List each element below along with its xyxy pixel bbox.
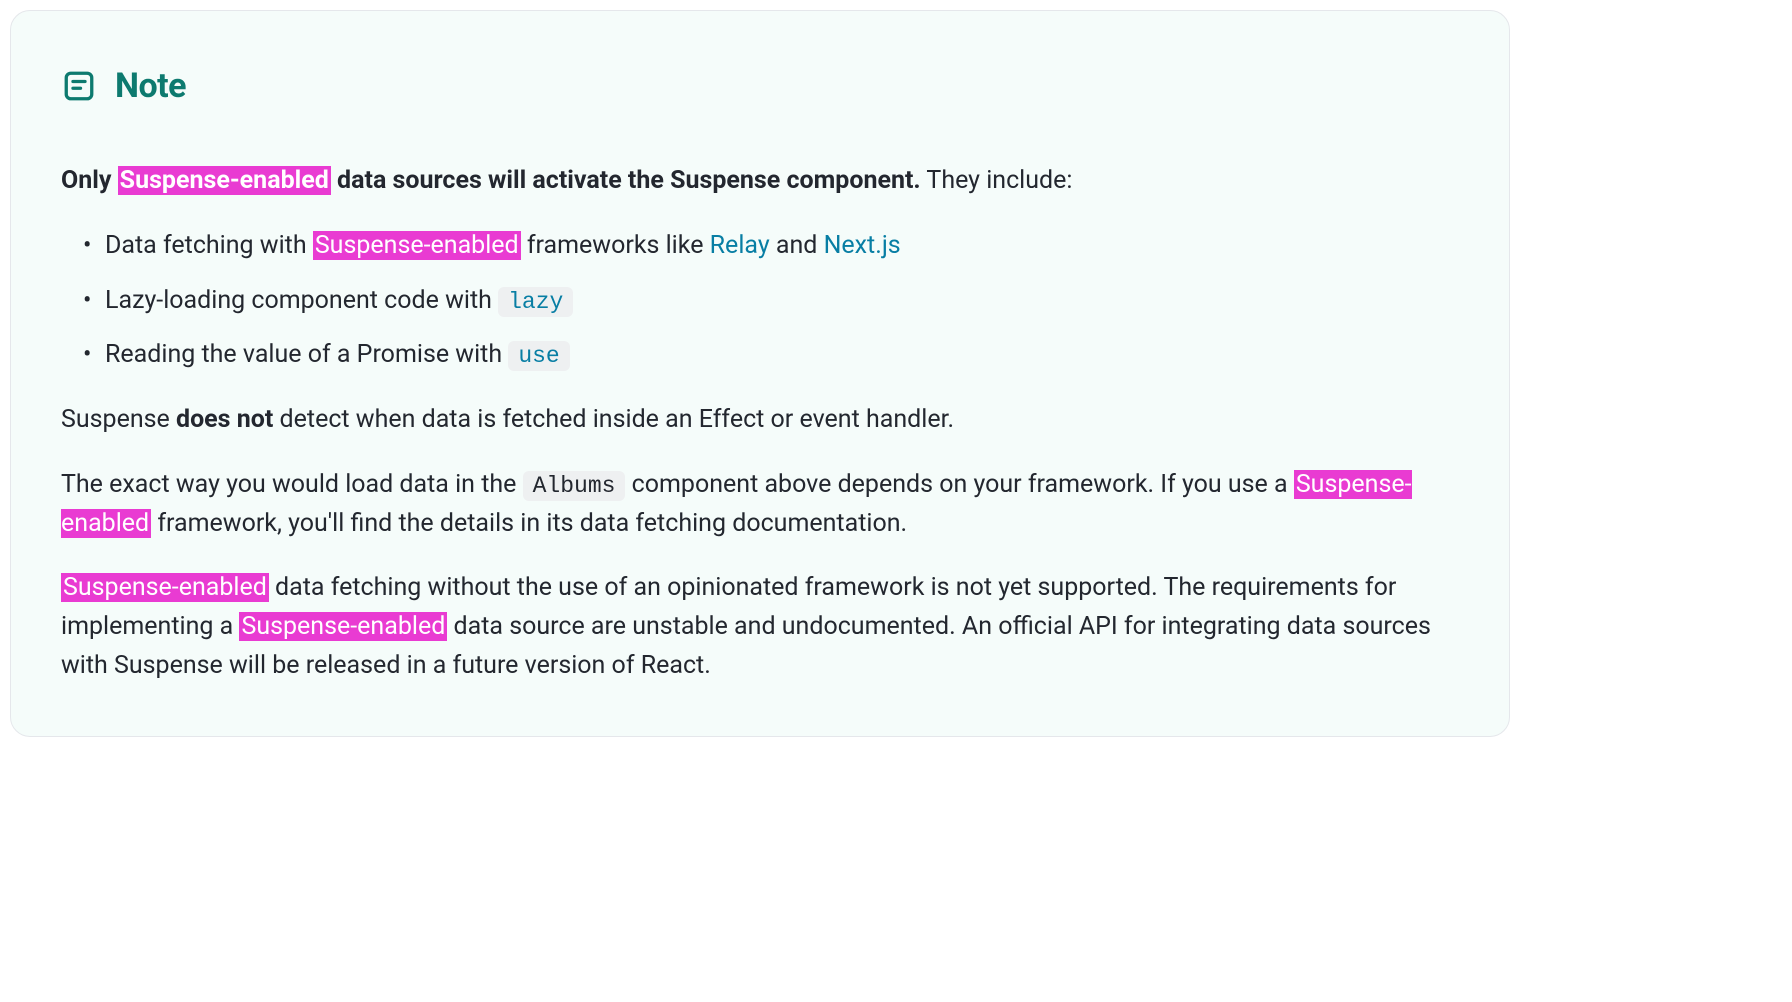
use-code-link[interactable]: use	[508, 341, 569, 371]
paragraph-does-not: Suspense does not detect when data is fe…	[61, 401, 1459, 440]
nextjs-link[interactable]: Next.js	[824, 231, 901, 260]
paragraph-unstable: Suspense-enabled data fetching without t…	[61, 569, 1459, 685]
list-item: Reading the value of a Promise with use	[105, 336, 1459, 375]
paragraph-albums: The exact way you would load data in the…	[61, 466, 1459, 544]
highlight-term: Suspense-enabled	[239, 612, 447, 641]
highlight-term: Suspense-enabled	[118, 166, 331, 195]
highlight-term: Suspense-enabled	[313, 231, 521, 260]
note-callout: Note Only Suspense-enabled data sources …	[10, 10, 1510, 737]
highlight-term: Suspense-enabled	[61, 573, 269, 602]
note-icon	[61, 68, 97, 104]
note-content: Only Suspense-enabled data sources will …	[61, 162, 1459, 686]
note-title: Note	[115, 66, 186, 106]
lazy-code-link[interactable]: lazy	[498, 287, 573, 317]
bullet-list: Data fetching with Suspense-enabled fram…	[61, 227, 1459, 375]
intro-paragraph: Only Suspense-enabled data sources will …	[61, 162, 1459, 201]
list-item: Lazy-loading component code with lazy	[105, 282, 1459, 321]
list-item: Data fetching with Suspense-enabled fram…	[105, 227, 1459, 266]
relay-link[interactable]: Relay	[710, 231, 770, 260]
note-header: Note	[61, 66, 1459, 106]
intro-bold: Only Suspense-enabled data sources will …	[61, 166, 921, 195]
bold-does-not: does not	[176, 405, 273, 434]
albums-code: Albums	[523, 471, 626, 501]
